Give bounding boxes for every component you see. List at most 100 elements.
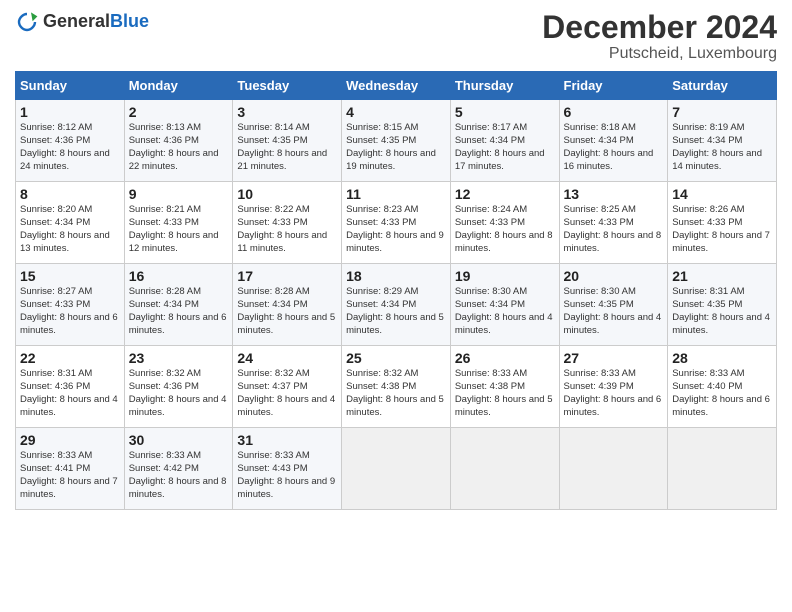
day-number: 4 xyxy=(346,104,446,120)
calendar-day: 27Sunrise: 8:33 AMSunset: 4:39 PMDayligh… xyxy=(559,346,668,428)
day-number: 14 xyxy=(672,186,772,202)
calendar-week-2: 15 Sunrise: 8:27 AMSunset: 4:33 PMDayligh… xyxy=(16,264,777,346)
calendar-day: 10Sunrise: 8:22 AMSunset: 4:33 PMDayligh… xyxy=(233,182,342,264)
day-info: Sunrise: 8:15 AMSunset: 4:35 PMDaylight:… xyxy=(346,122,436,171)
day-number: 3 xyxy=(237,104,337,120)
calendar-day: 3 Sunrise: 8:14 AMSunset: 4:35 PMDaylight… xyxy=(233,100,342,182)
calendar-day xyxy=(342,428,451,510)
day-number: 26 xyxy=(455,350,555,366)
logo-icon xyxy=(15,10,39,34)
day-info: Sunrise: 8:30 AMSunset: 4:35 PMDaylight:… xyxy=(564,286,662,335)
day-info: Sunrise: 8:29 AMSunset: 4:34 PMDaylight:… xyxy=(346,286,444,335)
logo-general: General xyxy=(43,11,110,31)
calendar-day: 26 Sunrise: 8:33 AMSunset: 4:38 PMDayligh… xyxy=(450,346,559,428)
day-info: Sunrise: 8:28 AMSunset: 4:34 PMDaylight:… xyxy=(237,286,335,335)
calendar-day: 24 Sunrise: 8:32 AMSunset: 4:37 PMDayligh… xyxy=(233,346,342,428)
day-number: 7 xyxy=(672,104,772,120)
day-info: Sunrise: 8:14 AMSunset: 4:35 PMDaylight:… xyxy=(237,122,327,171)
calendar-day: 7Sunrise: 8:19 AMSunset: 4:34 PMDaylight… xyxy=(668,100,777,182)
day-number: 29 xyxy=(20,432,120,448)
day-number: 15 xyxy=(20,268,120,284)
day-number: 1 xyxy=(20,104,120,120)
calendar-day: 13Sunrise: 8:25 AMSunset: 4:33 PMDayligh… xyxy=(559,182,668,264)
calendar-day: 15 Sunrise: 8:27 AMSunset: 4:33 PMDayligh… xyxy=(16,264,125,346)
day-number: 30 xyxy=(129,432,229,448)
day-info: Sunrise: 8:31 AMSunset: 4:36 PMDaylight:… xyxy=(20,368,118,417)
day-info: Sunrise: 8:21 AMSunset: 4:33 PMDaylight:… xyxy=(129,204,219,253)
day-number: 12 xyxy=(455,186,555,202)
day-info: Sunrise: 8:27 AMSunset: 4:33 PMDaylight:… xyxy=(20,286,118,335)
page-container: GeneralBlue December 2024 Putscheid, Lux… xyxy=(0,0,792,520)
calendar-day: 25 Sunrise: 8:32 AMSunset: 4:38 PMDayligh… xyxy=(342,346,451,428)
day-info: Sunrise: 8:23 AMSunset: 4:33 PMDaylight:… xyxy=(346,204,444,253)
calendar-table: Sunday Monday Tuesday Wednesday Thursday… xyxy=(15,71,777,510)
col-wednesday: Wednesday xyxy=(342,72,451,100)
day-number: 13 xyxy=(564,186,664,202)
day-number: 31 xyxy=(237,432,337,448)
day-number: 9 xyxy=(129,186,229,202)
day-number: 11 xyxy=(346,186,446,202)
calendar-day: 17 Sunrise: 8:28 AMSunset: 4:34 PMDayligh… xyxy=(233,264,342,346)
calendar-day xyxy=(450,428,559,510)
calendar-day: 5Sunrise: 8:17 AMSunset: 4:34 PMDaylight… xyxy=(450,100,559,182)
day-number: 10 xyxy=(237,186,337,202)
day-number: 8 xyxy=(20,186,120,202)
calendar-day: 21Sunrise: 8:31 AMSunset: 4:35 PMDayligh… xyxy=(668,264,777,346)
day-info: Sunrise: 8:13 AMSunset: 4:36 PMDaylight:… xyxy=(129,122,219,171)
day-info: Sunrise: 8:32 AMSunset: 4:36 PMDaylight:… xyxy=(129,368,227,417)
col-saturday: Saturday xyxy=(668,72,777,100)
calendar-day: 9 Sunrise: 8:21 AMSunset: 4:33 PMDaylight… xyxy=(124,182,233,264)
header: GeneralBlue December 2024 Putscheid, Lux… xyxy=(15,10,777,63)
day-number: 5 xyxy=(455,104,555,120)
calendar-day: 30 Sunrise: 8:33 AMSunset: 4:42 PMDayligh… xyxy=(124,428,233,510)
title-block: December 2024 Putscheid, Luxembourg xyxy=(542,10,777,63)
logo: GeneralBlue xyxy=(15,10,149,34)
calendar-week-3: 22Sunrise: 8:31 AMSunset: 4:36 PMDayligh… xyxy=(16,346,777,428)
calendar-day: 18 Sunrise: 8:29 AMSunset: 4:34 PMDayligh… xyxy=(342,264,451,346)
col-friday: Friday xyxy=(559,72,668,100)
day-number: 28 xyxy=(672,350,772,366)
calendar-day: 6 Sunrise: 8:18 AMSunset: 4:34 PMDaylight… xyxy=(559,100,668,182)
day-info: Sunrise: 8:32 AMSunset: 4:37 PMDaylight:… xyxy=(237,368,335,417)
logo-blue: Blue xyxy=(110,11,149,31)
logo-text: GeneralBlue xyxy=(43,12,149,32)
calendar-week-4: 29Sunrise: 8:33 AMSunset: 4:41 PMDayligh… xyxy=(16,428,777,510)
day-info: Sunrise: 8:33 AMSunset: 4:40 PMDaylight:… xyxy=(672,368,770,417)
day-number: 17 xyxy=(237,268,337,284)
day-info: Sunrise: 8:30 AMSunset: 4:34 PMDaylight:… xyxy=(455,286,553,335)
calendar-day: 14 Sunrise: 8:26 AMSunset: 4:33 PMDayligh… xyxy=(668,182,777,264)
calendar-day: 31Sunrise: 8:33 AMSunset: 4:43 PMDayligh… xyxy=(233,428,342,510)
day-info: Sunrise: 8:33 AMSunset: 4:42 PMDaylight:… xyxy=(129,450,227,499)
calendar-day: 11 Sunrise: 8:23 AMSunset: 4:33 PMDayligh… xyxy=(342,182,451,264)
day-info: Sunrise: 8:28 AMSunset: 4:34 PMDaylight:… xyxy=(129,286,227,335)
calendar-day: 1Sunrise: 8:12 AMSunset: 4:36 PMDaylight… xyxy=(16,100,125,182)
day-info: Sunrise: 8:33 AMSunset: 4:38 PMDaylight:… xyxy=(455,368,553,417)
col-monday: Monday xyxy=(124,72,233,100)
calendar-week-0: 1Sunrise: 8:12 AMSunset: 4:36 PMDaylight… xyxy=(16,100,777,182)
day-number: 6 xyxy=(564,104,664,120)
day-info: Sunrise: 8:31 AMSunset: 4:35 PMDaylight:… xyxy=(672,286,770,335)
day-number: 16 xyxy=(129,268,229,284)
day-info: Sunrise: 8:24 AMSunset: 4:33 PMDaylight:… xyxy=(455,204,553,253)
day-number: 25 xyxy=(346,350,446,366)
day-info: Sunrise: 8:18 AMSunset: 4:34 PMDaylight:… xyxy=(564,122,654,171)
col-sunday: Sunday xyxy=(16,72,125,100)
day-info: Sunrise: 8:20 AMSunset: 4:34 PMDaylight:… xyxy=(20,204,110,253)
day-info: Sunrise: 8:32 AMSunset: 4:38 PMDaylight:… xyxy=(346,368,444,417)
calendar-day: 8 Sunrise: 8:20 AMSunset: 4:34 PMDaylight… xyxy=(16,182,125,264)
calendar-day: 12 Sunrise: 8:24 AMSunset: 4:33 PMDayligh… xyxy=(450,182,559,264)
calendar-day: 22Sunrise: 8:31 AMSunset: 4:36 PMDayligh… xyxy=(16,346,125,428)
header-row: Sunday Monday Tuesday Wednesday Thursday… xyxy=(16,72,777,100)
calendar-day xyxy=(559,428,668,510)
calendar-week-1: 8 Sunrise: 8:20 AMSunset: 4:34 PMDaylight… xyxy=(16,182,777,264)
day-info: Sunrise: 8:26 AMSunset: 4:33 PMDaylight:… xyxy=(672,204,770,253)
col-thursday: Thursday xyxy=(450,72,559,100)
location-title: Putscheid, Luxembourg xyxy=(542,45,777,63)
day-info: Sunrise: 8:33 AMSunset: 4:39 PMDaylight:… xyxy=(564,368,662,417)
day-number: 18 xyxy=(346,268,446,284)
calendar-day: 20Sunrise: 8:30 AMSunset: 4:35 PMDayligh… xyxy=(559,264,668,346)
calendar-day: 28 Sunrise: 8:33 AMSunset: 4:40 PMDayligh… xyxy=(668,346,777,428)
day-number: 19 xyxy=(455,268,555,284)
day-number: 24 xyxy=(237,350,337,366)
calendar-day: 29Sunrise: 8:33 AMSunset: 4:41 PMDayligh… xyxy=(16,428,125,510)
